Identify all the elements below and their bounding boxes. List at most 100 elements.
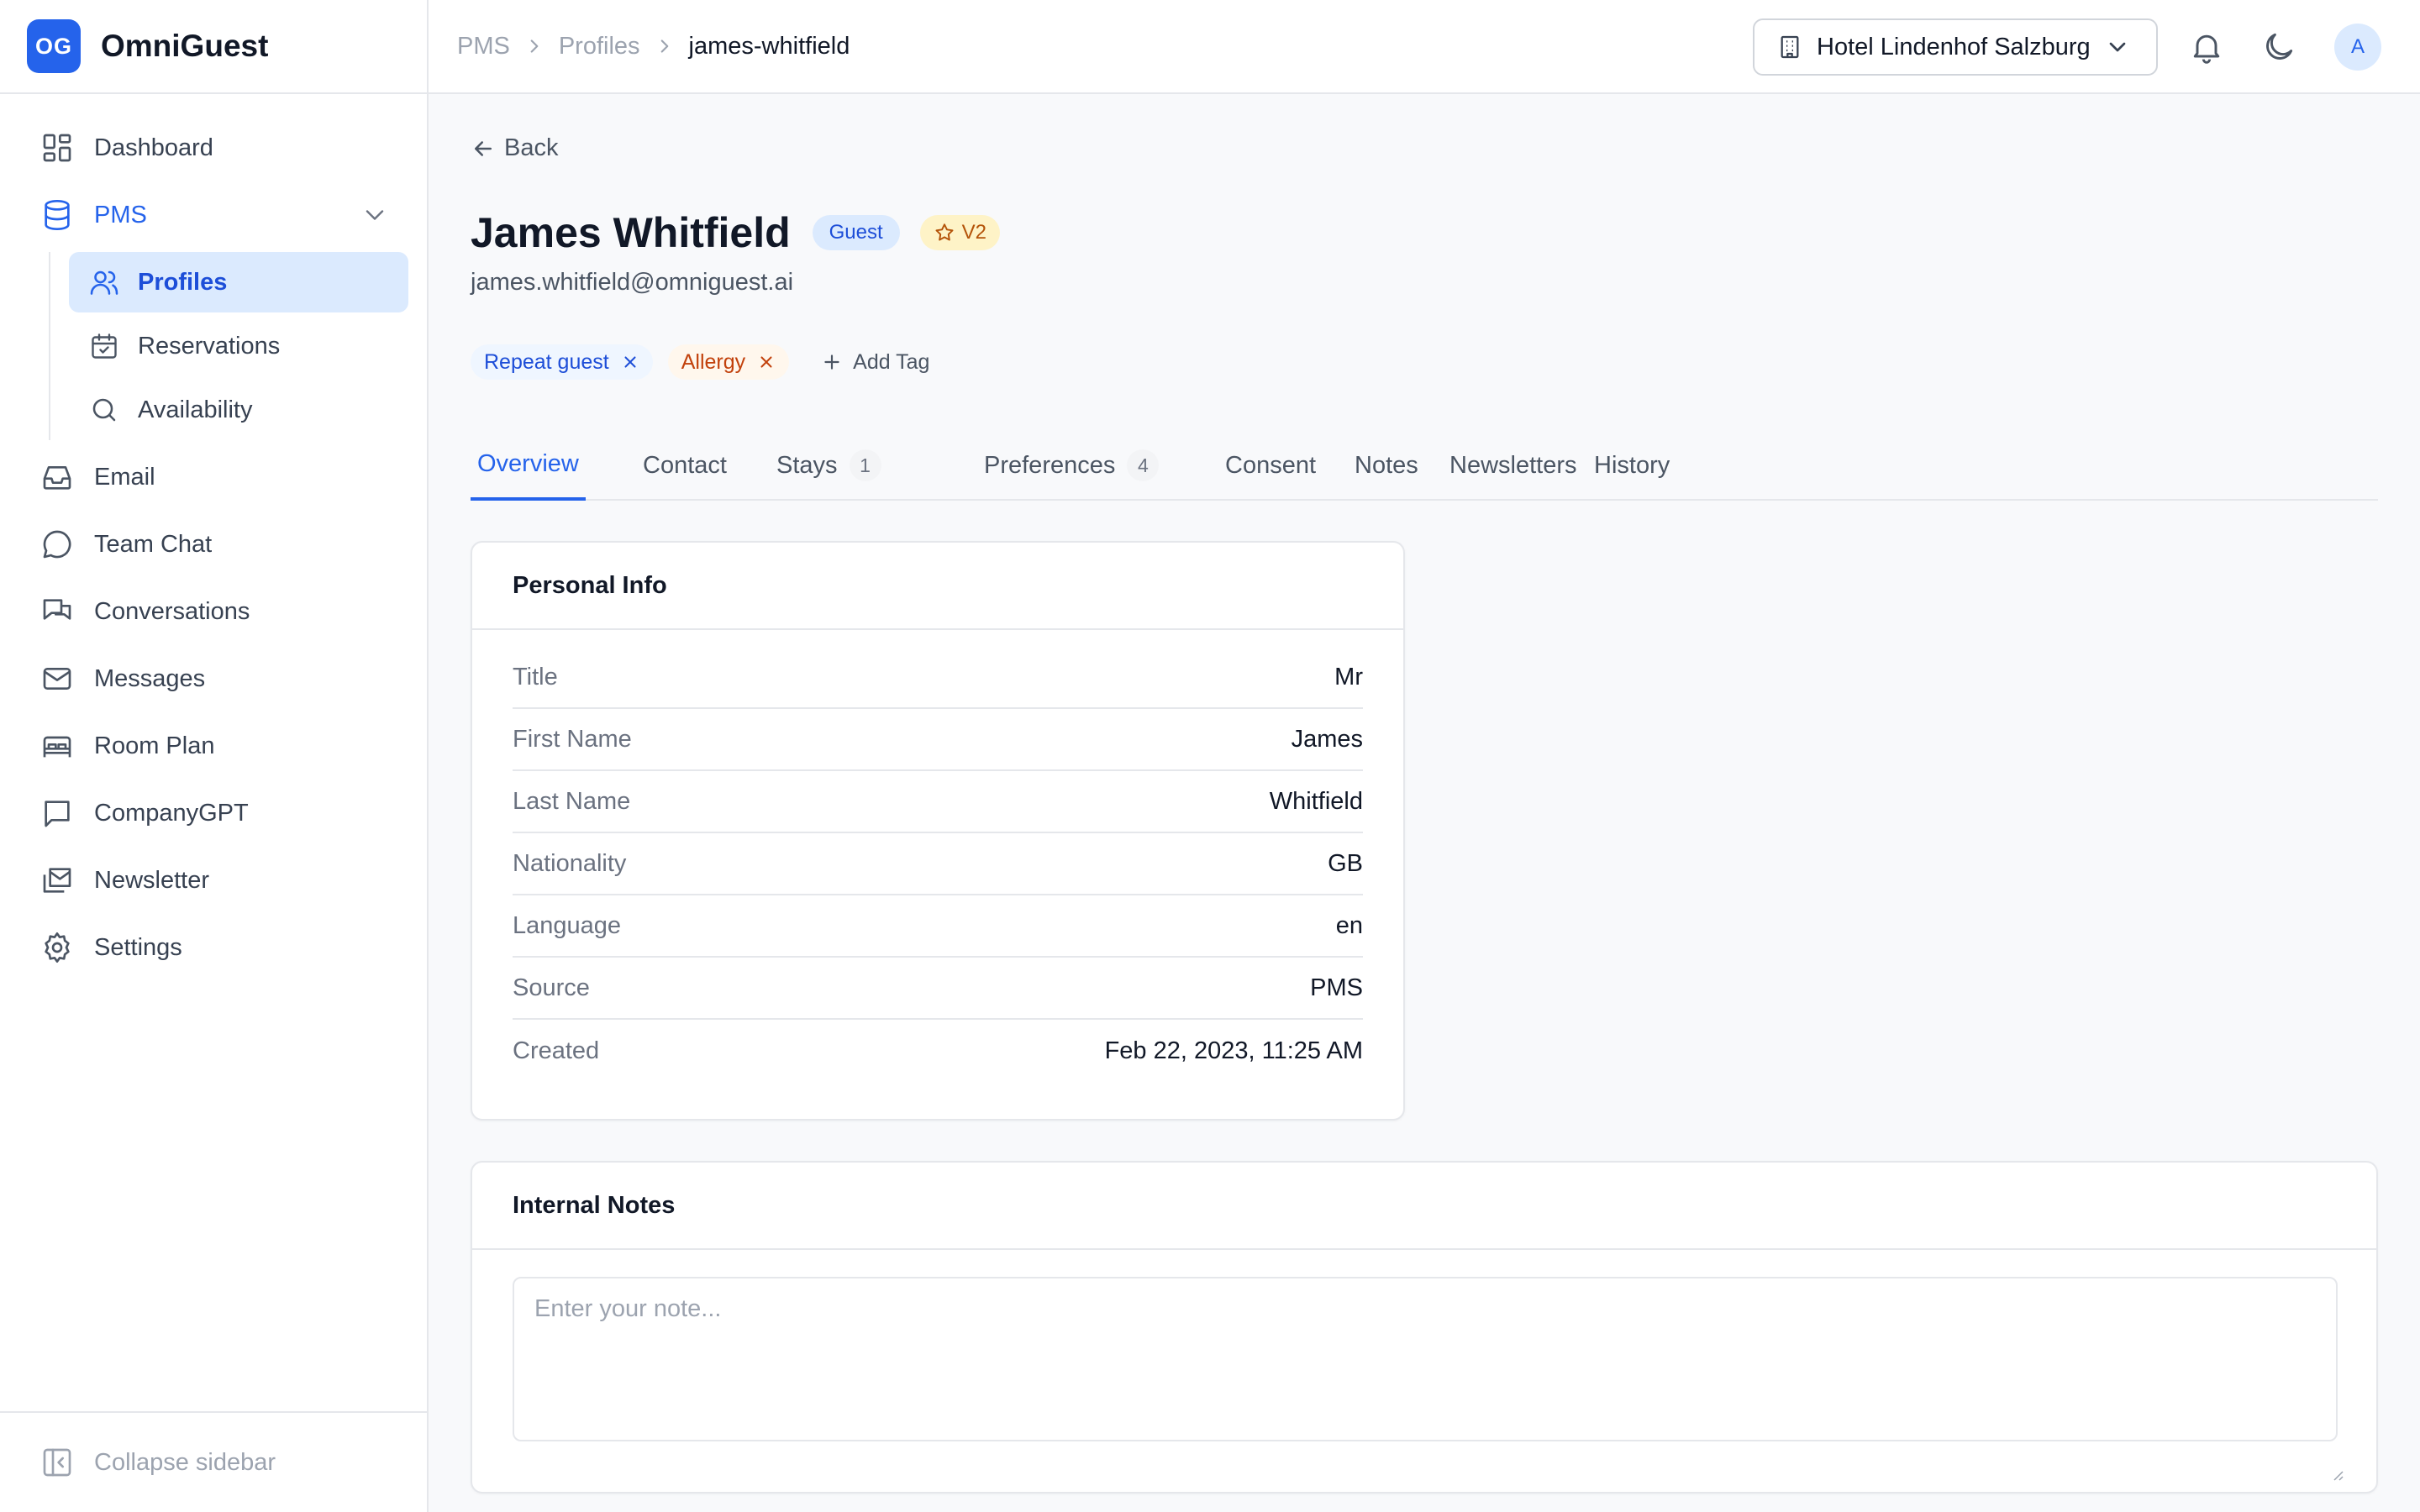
sidebar-item-conversations[interactable]: Conversations	[0, 578, 427, 645]
sidebar-item-newsletter[interactable]: Newsletter	[0, 847, 427, 914]
version-badge-label: V2	[961, 221, 987, 244]
info-value: Whitfield	[1269, 787, 1363, 815]
info-label: Source	[513, 974, 590, 1001]
calendar-check-icon	[89, 331, 119, 361]
version-badge: V2	[919, 215, 1001, 250]
moon-icon[interactable]	[2260, 29, 2297, 66]
tab-label: Consent	[1225, 451, 1317, 479]
pms-subnav: Profiles Reservations Availability	[49, 252, 427, 440]
sidebar-item-label: Reservations	[138, 332, 281, 360]
tab-stays[interactable]: Stays 1	[776, 430, 881, 501]
info-label: First Name	[513, 725, 632, 753]
profile-header: James Whitfield Guest V2	[471, 208, 1001, 257]
avatar[interactable]: A	[2334, 24, 2381, 71]
sidebar-item-label: Room Plan	[94, 732, 215, 759]
info-value: PMS	[1310, 974, 1363, 1001]
sidebar-item-reservations[interactable]: Reservations	[69, 316, 408, 376]
back-label: Back	[504, 134, 559, 161]
tab-preferences[interactable]: Preferences 4	[984, 430, 1160, 501]
info-label: Created	[513, 1037, 600, 1064]
sidebar-item-team-chat[interactable]: Team Chat	[0, 511, 427, 578]
card-title: Internal Notes	[472, 1163, 2376, 1250]
info-value: James	[1291, 725, 1363, 753]
personal-info-card: Personal Info Title Mr First Name James …	[471, 541, 1405, 1121]
tab-notes[interactable]: Notes	[1355, 430, 1418, 501]
info-row-nationality: Nationality GB	[513, 833, 1363, 895]
building-icon	[1776, 34, 1803, 60]
sidebar-item-label: Dashboard	[94, 134, 213, 161]
collapse-sidebar-button[interactable]: Collapse sidebar	[0, 1411, 427, 1512]
tab-label: Preferences	[984, 451, 1116, 479]
tab-label: Overview	[477, 449, 579, 477]
tab-contact[interactable]: Contact	[643, 430, 727, 501]
sidebar-item-pms[interactable]: PMS	[0, 181, 427, 249]
sidebar-item-companygpt[interactable]: CompanyGPT	[0, 780, 427, 847]
main-content: Back James Whitfield Guest V2 james.whit…	[429, 94, 2420, 1512]
bed-icon	[40, 729, 74, 763]
info-row-first-name: First Name James	[513, 709, 1363, 771]
sidebar-item-label: Messages	[94, 664, 206, 692]
info-row-title: Title Mr	[513, 647, 1363, 709]
mail-icon	[40, 662, 74, 696]
tab-label: Newsletters	[1449, 451, 1577, 479]
sidebar-item-profiles[interactable]: Profiles	[69, 252, 408, 312]
sidebar-item-label: Availability	[138, 396, 253, 423]
sidebar-item-label: Settings	[94, 933, 182, 961]
tab-overview[interactable]: Overview	[471, 430, 586, 501]
add-tag-button[interactable]: Add Tag	[821, 350, 929, 375]
tab-label: Contact	[643, 451, 727, 479]
breadcrumb-pms[interactable]: PMS	[457, 33, 510, 60]
search-icon	[89, 395, 119, 425]
tab-label: Stays	[776, 451, 838, 479]
tag-chip: Repeat guest	[471, 344, 653, 380]
close-icon[interactable]	[757, 353, 776, 371]
collapse-sidebar-label: Collapse sidebar	[94, 1448, 276, 1476]
conversations-icon	[40, 595, 74, 628]
sidebar-item-email[interactable]: Email	[0, 444, 427, 511]
tab-history[interactable]: History	[1594, 430, 1670, 501]
info-label: Language	[513, 911, 622, 939]
tab-label: History	[1594, 451, 1670, 479]
sidebar-item-messages[interactable]: Messages	[0, 645, 427, 712]
chat-bubble-icon	[40, 528, 74, 561]
tab-count: 4	[1127, 449, 1160, 481]
chevron-down-icon[interactable]	[360, 200, 390, 230]
bell-icon[interactable]	[2188, 29, 2225, 66]
sidebar-item-settings[interactable]: Settings	[0, 914, 427, 981]
chevron-right-icon	[654, 35, 676, 57]
close-icon[interactable]	[621, 353, 639, 371]
chevron-down-icon	[2104, 34, 2131, 60]
arrow-left-icon	[471, 136, 496, 161]
hotel-selector[interactable]: Hotel Lindenhof Salzburg	[1753, 18, 2158, 76]
tag-label: Allergy	[681, 349, 746, 374]
sidebar-item-label: Email	[94, 463, 155, 491]
breadcrumb: PMS Profiles james-whitfield	[429, 33, 850, 60]
note-textarea[interactable]	[513, 1277, 2338, 1441]
sidebar-item-label: Newsletter	[94, 866, 209, 894]
chevron-right-icon	[523, 35, 545, 57]
back-link[interactable]: Back	[471, 134, 558, 162]
brand[interactable]: OG OmniGuest	[0, 0, 427, 94]
tag-chip: Allergy	[667, 344, 790, 380]
brand-logo: OG	[27, 19, 81, 73]
sidebar-item-availability[interactable]: Availability	[69, 380, 408, 440]
sidebar-item-label: CompanyGPT	[94, 799, 249, 827]
role-badge: Guest	[812, 215, 900, 250]
resize-handle-icon[interactable]	[2328, 1465, 2344, 1482]
dashboard-icon	[40, 131, 74, 165]
sidebar-nav: Dashboard PMS Profiles Reservations Avai…	[0, 94, 427, 981]
tab-label: Notes	[1355, 451, 1418, 479]
sidebar-item-label: Conversations	[94, 597, 250, 625]
database-icon	[40, 198, 74, 232]
info-row-language: Language en	[513, 895, 1363, 958]
info-row-created: Created Feb 22, 2023, 11:25 AM	[513, 1020, 1363, 1082]
sidebar-item-room-plan[interactable]: Room Plan	[0, 712, 427, 780]
add-tag-label: Add Tag	[853, 349, 930, 374]
breadcrumb-profiles[interactable]: Profiles	[559, 33, 640, 60]
info-label: Title	[513, 663, 558, 690]
topbar: PMS Profiles james-whitfield Hotel Linde…	[429, 0, 2420, 94]
tab-newsletters[interactable]: Newsletters	[1449, 430, 1577, 501]
sidebar-item-dashboard[interactable]: Dashboard	[0, 114, 427, 181]
tab-consent[interactable]: Consent	[1225, 430, 1316, 501]
tag-list: Repeat guest Allergy Add Tag	[471, 344, 929, 380]
